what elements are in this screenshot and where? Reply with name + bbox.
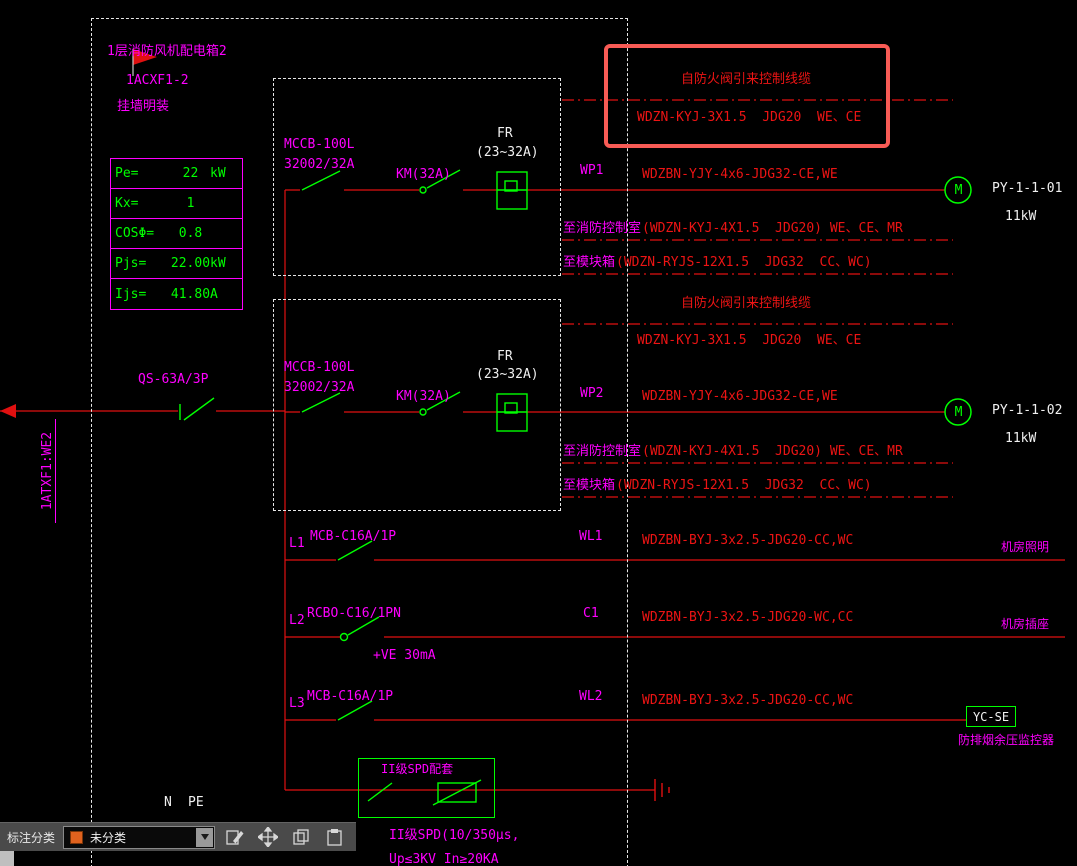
ground-symbol: [654, 779, 670, 801]
feeder-l1-load[interactable]: 机房照明: [1001, 540, 1049, 555]
branch1-load-power[interactable]: 11kW: [1005, 209, 1036, 224]
branch1-module-box-label[interactable]: 至模块箱: [563, 255, 615, 270]
branch1-rating-label[interactable]: 32002/32A: [284, 157, 354, 172]
param-unit: kW: [210, 256, 226, 271]
pressure-sensor-label: YC-SE: [972, 709, 1010, 724]
param-label: COSΦ=: [115, 226, 155, 241]
paste-tool-button[interactable]: [321, 825, 347, 849]
param-label: Kx=: [115, 196, 139, 211]
highlight-annotation-box[interactable]: [604, 44, 890, 148]
incoming-arrow: [0, 404, 16, 418]
param-value: 22.00: [170, 256, 211, 271]
feeder-l1-pole[interactable]: L1: [289, 536, 305, 551]
feeder-l2-pole[interactable]: L2: [289, 613, 305, 628]
branch1-relay-range[interactable]: (23~32A): [476, 145, 539, 160]
annotation-category-label: 标注分类: [7, 830, 56, 845]
panel-code[interactable]: 1ACXF1-2: [126, 73, 189, 88]
param-unit: A: [210, 286, 218, 302]
category-dropdown[interactable]: 未分类: [63, 825, 216, 849]
dropdown-arrow-button[interactable]: [196, 827, 214, 847]
branch1-breaker-label[interactable]: MCCB-100L: [284, 137, 354, 152]
branch1-relay-label[interactable]: FR: [497, 126, 513, 141]
branch2-damper-note-line2[interactable]: WDZN-KYJ-3X1.5 JDG20 WE、CE: [637, 333, 861, 348]
move-tool-button[interactable]: [255, 825, 281, 849]
param-row-cos: COSΦ= 0.8: [111, 219, 242, 249]
param-unit: kW: [210, 166, 226, 181]
param-value: 22: [182, 166, 199, 181]
branch2-module-box-cable[interactable]: (WDZN-RYJS-12X1.5 JDG32 CC、WC): [616, 478, 872, 493]
pe-bus-label[interactable]: PE: [188, 795, 204, 810]
branch2-breaker-label[interactable]: MCCB-100L: [284, 360, 354, 375]
n-bus-label[interactable]: N: [164, 795, 172, 810]
feeder-l3-load[interactable]: 防排烟余压监控器: [958, 733, 1054, 748]
param-value: 1: [186, 196, 195, 211]
feeder-l2-load[interactable]: 机房插座: [1001, 617, 1049, 632]
branch2-rating-label[interactable]: 32002/32A: [284, 380, 354, 395]
branch1-load-id[interactable]: PY-1-1-01: [992, 181, 1062, 196]
category-dropdown-value: 未分类: [90, 830, 127, 845]
branch1-module-box-cable[interactable]: (WDZN-RYJS-12X1.5 JDG32 CC、WC): [616, 255, 872, 270]
feeder-l3-breaker[interactable]: MCB-C16A/1P: [307, 689, 393, 704]
cad-viewport[interactable]: 1层消防风机配电箱2 1ACXF1-2 挂墙明装 Pe= 22 kW Kx= 1…: [0, 0, 1077, 866]
branch2-ctrl-room-cable[interactable]: (WDZN-KYJ-4X1.5 JDG20) WE、CE、MR: [642, 444, 903, 459]
feeder-l1-circuit[interactable]: WL1: [579, 529, 602, 544]
branch1-cable-label[interactable]: WDZBN-YJY-4x6-JDG32-CE,WE: [642, 167, 838, 182]
feeder-l1-cable[interactable]: WDZBN-BYJ-3x2.5-JDG20-CC,WC: [642, 533, 853, 548]
copy-tool-button[interactable]: [288, 825, 314, 849]
feeder-l2-breaker[interactable]: RCBO-C16/1PN: [307, 606, 401, 621]
param-label: Ijs=: [115, 286, 147, 302]
feeder-l3-pole[interactable]: L3: [289, 696, 305, 711]
param-row-pe: Pe= 22 kW: [111, 159, 242, 189]
spd-spec-line1[interactable]: II级SPD(10/350μs,: [389, 828, 519, 843]
branch2-circuit-label[interactable]: WP2: [580, 386, 603, 401]
feeder-l2-cable[interactable]: WDZBN-BYJ-3x2.5-JDG20-WC,CC: [642, 610, 853, 625]
spd-box-label[interactable]: II级SPD配套: [381, 762, 453, 777]
param-row-kx: Kx= 1: [111, 189, 242, 219]
branch2-cable-label[interactable]: WDZBN-YJY-4x6-JDG32-CE,WE: [642, 389, 838, 404]
move-icon: [258, 827, 279, 847]
feeder-l2-circuit[interactable]: C1: [583, 606, 599, 621]
branch1-contactor-label[interactable]: KM(32A): [396, 167, 451, 182]
copy-icon: [293, 829, 309, 845]
pressure-sensor-box[interactable]: YC-SE: [966, 706, 1016, 727]
branch2-damper-note-line1[interactable]: 自防火阀引来控制线缆: [681, 296, 811, 311]
feeder-l2-rcd[interactable]: +VE 30mA: [373, 648, 436, 663]
annotate-tool-button[interactable]: [222, 825, 248, 849]
branch2-load-id[interactable]: PY-1-1-02: [992, 403, 1062, 418]
panel-name[interactable]: 1层消防风机配电箱2: [107, 44, 227, 59]
param-label: Pe=: [115, 166, 139, 181]
branch2-contactor-label[interactable]: KM(32A): [396, 389, 451, 404]
chevron-down-icon: [200, 834, 209, 840]
param-row-ijs: Ijs= 41.80 A: [111, 279, 242, 309]
param-label: Pjs=: [115, 256, 147, 271]
branch2-relay-range[interactable]: (23~32A): [476, 367, 539, 382]
annotation-toolbar: 标注分类 未分类: [0, 822, 356, 851]
load-parameters-table[interactable]: Pe= 22 kW Kx= 1 COSΦ= 0.8 Pjs= 22.00 kW …: [110, 158, 243, 310]
motor1-letter[interactable]: M: [952, 183, 965, 198]
category-color-swatch: [70, 830, 84, 844]
param-value: 41.80: [170, 286, 211, 302]
panel-mount[interactable]: 挂墙明装: [117, 99, 169, 114]
branch1-ctrl-room-cable[interactable]: (WDZN-KYJ-4X1.5 JDG20) WE、CE、MR: [642, 221, 903, 236]
param-row-pjs: Pjs= 22.00 kW: [111, 249, 242, 279]
paste-icon: [327, 829, 342, 846]
branch2-load-power[interactable]: 11kW: [1005, 431, 1036, 446]
main-switch-label[interactable]: QS-63A/3P: [138, 372, 208, 387]
feeder-l3-circuit[interactable]: WL2: [579, 689, 602, 704]
corner-grip[interactable]: [0, 851, 14, 866]
incoming-feeder-label[interactable]: 1ATXF1:WE2: [40, 419, 56, 523]
spd-spec-line2[interactable]: Up≤3KV In≥20KA: [389, 852, 499, 866]
branch1-circuit-label[interactable]: WP1: [580, 163, 603, 178]
branch1-ctrl-room-label[interactable]: 至消防控制室: [563, 221, 641, 236]
branch2-selection-box: [273, 299, 561, 511]
feeder-l1-breaker[interactable]: MCB-C16A/1P: [310, 529, 396, 544]
param-value: 0.8: [178, 226, 203, 241]
pencil-icon: [226, 830, 244, 845]
branch2-ctrl-room-label[interactable]: 至消防控制室: [563, 444, 641, 459]
branch2-relay-label[interactable]: FR: [497, 349, 513, 364]
motor2-letter[interactable]: M: [952, 405, 965, 420]
feeder-l3-cable[interactable]: WDZBN-BYJ-3x2.5-JDG20-CC,WC: [642, 693, 853, 708]
branch2-module-box-label[interactable]: 至模块箱: [563, 478, 615, 493]
